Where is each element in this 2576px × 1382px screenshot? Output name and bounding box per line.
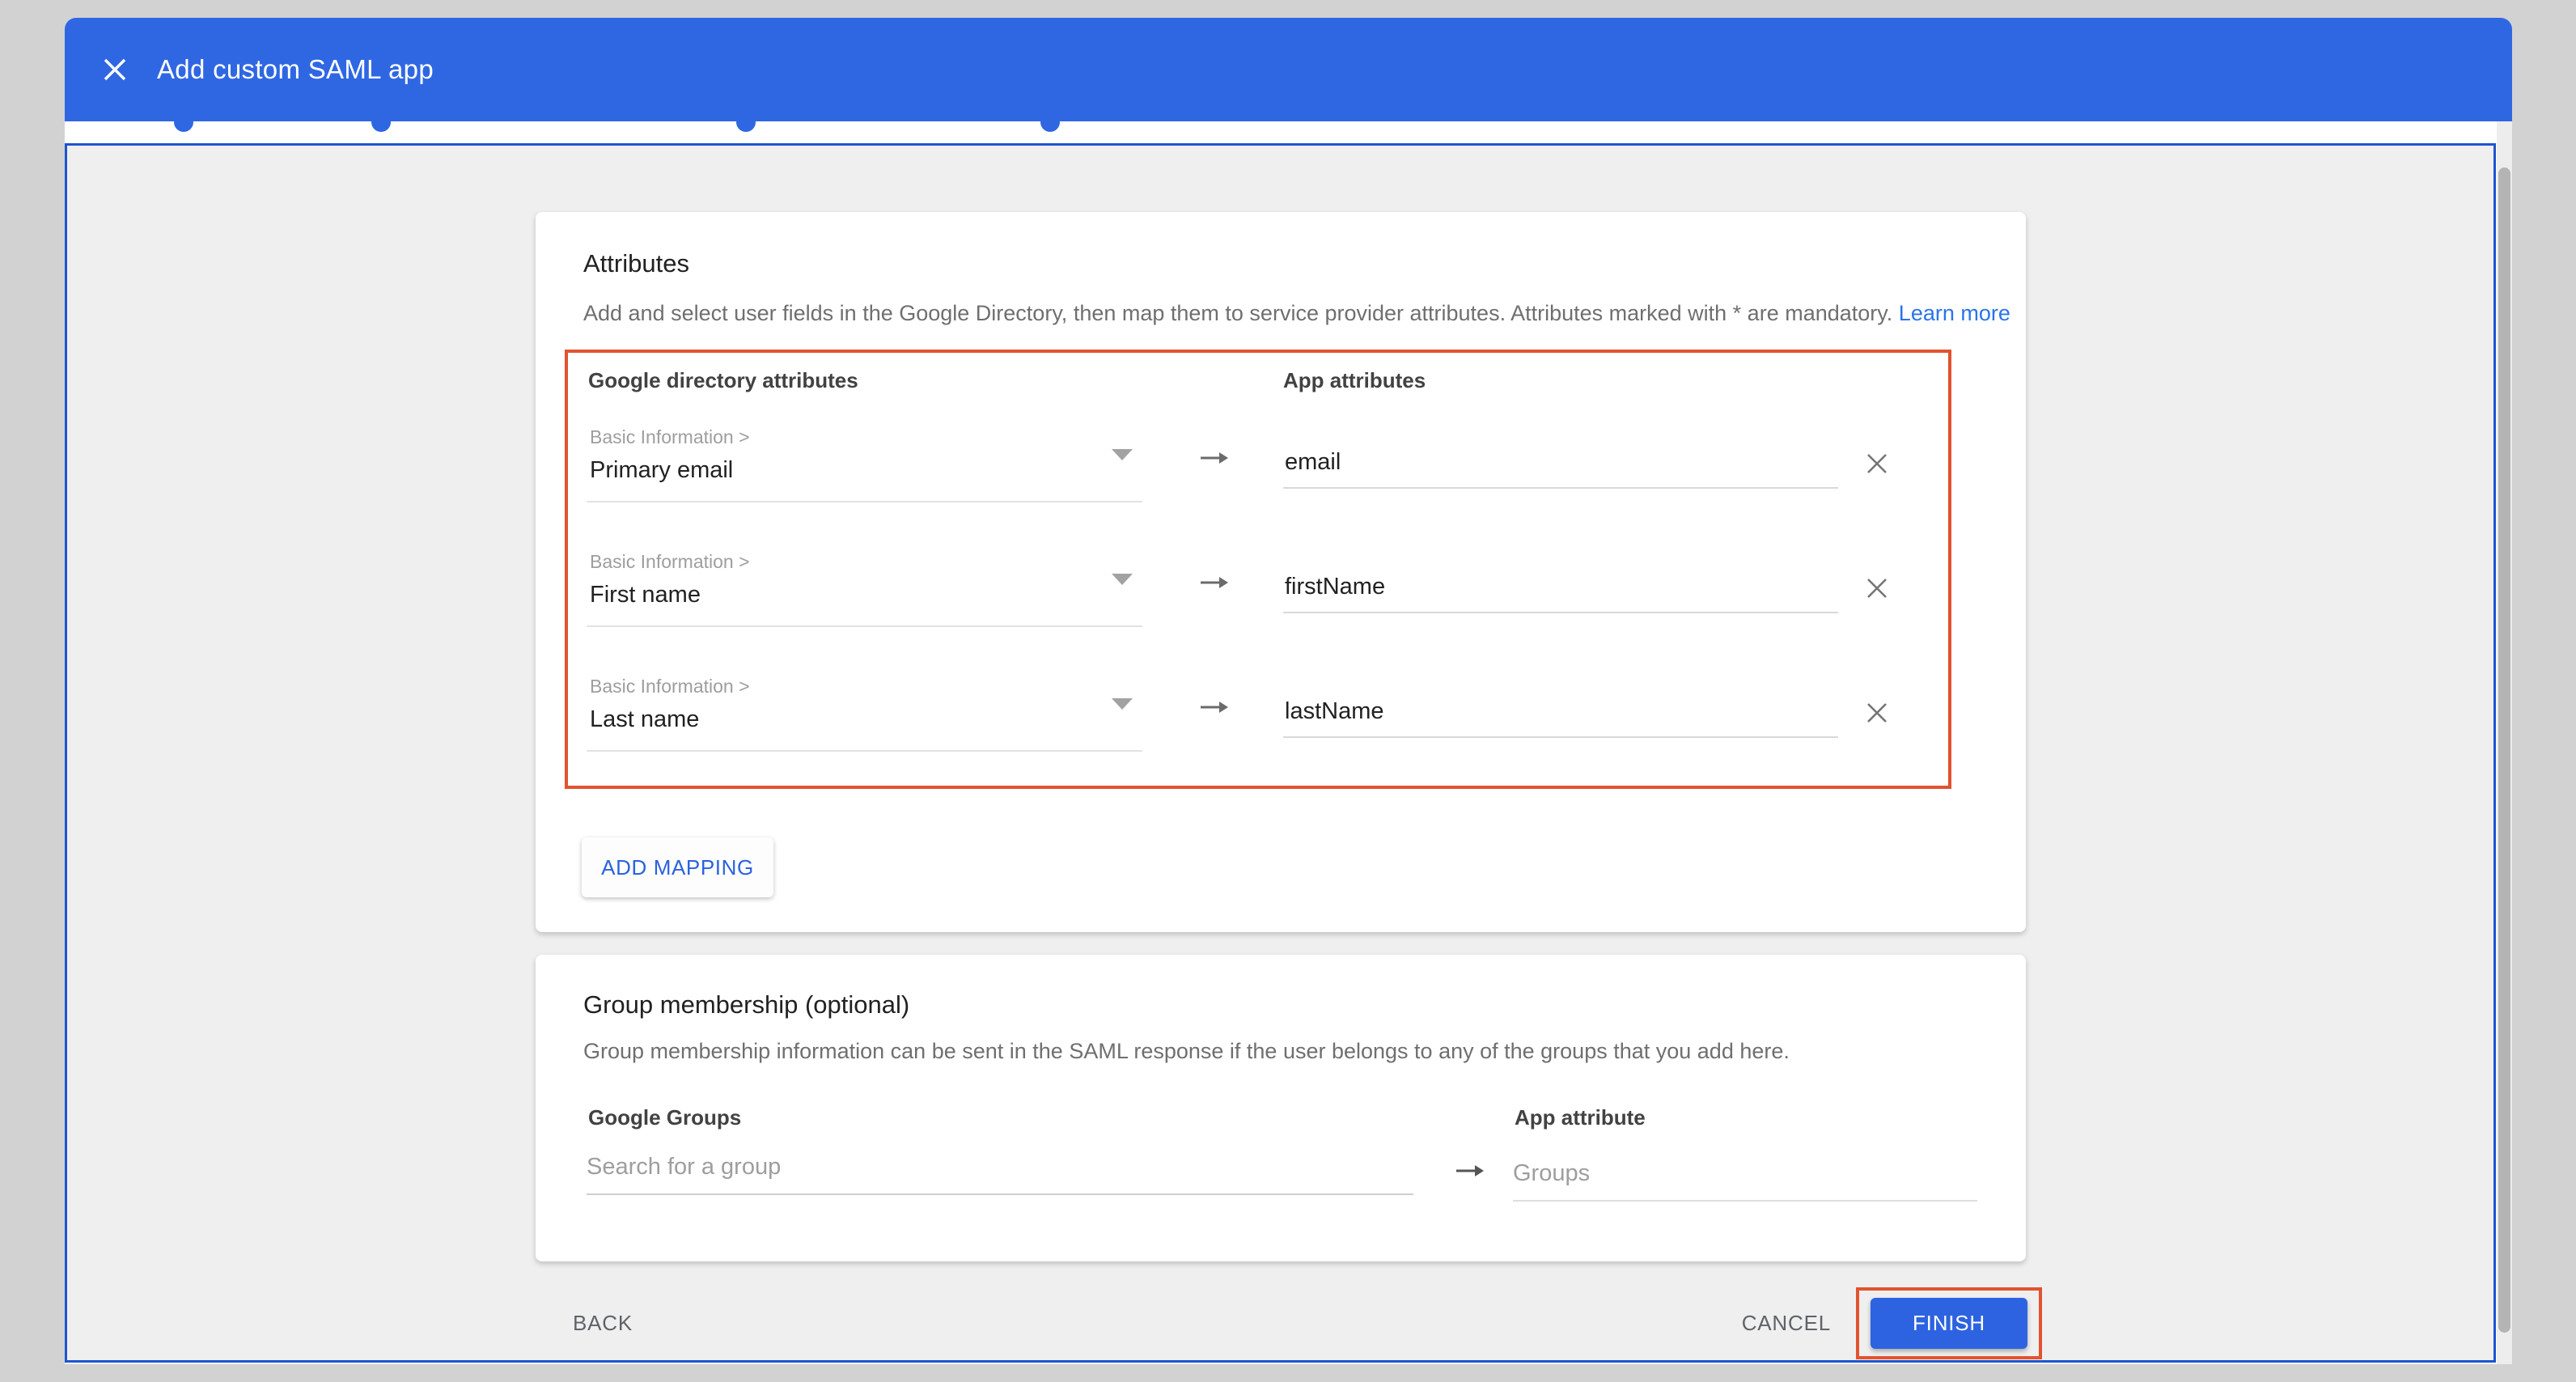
arrow-right-icon: [1200, 700, 1229, 719]
directory-attribute-category: Basic Information >: [590, 426, 750, 448]
dialog-footer: BACK CANCEL FINISH: [67, 1287, 2498, 1359]
delete-mapping-icon[interactable]: [1859, 695, 1895, 731]
group-membership-description: Group membership information can be sent…: [583, 1039, 1790, 1064]
group-membership-card: Group membership (optional) Group member…: [536, 955, 2026, 1261]
attributes-heading: Attributes: [583, 249, 689, 278]
directory-attribute-select[interactable]: Primary email: [590, 457, 733, 484]
mapping-row: Basic Information > Last name: [568, 666, 1948, 787]
close-icon[interactable]: [97, 52, 133, 87]
directory-attribute-select[interactable]: Last name: [590, 706, 699, 733]
finish-button-highlight: FINISH: [1856, 1287, 2042, 1359]
group-membership-heading: Group membership (optional): [583, 990, 909, 1020]
scrollbar-track[interactable]: [2497, 121, 2512, 1364]
attributes-card: Attributes Add and select user fields in…: [536, 212, 2026, 932]
attribute-mapping-box: Google directory attributes App attribut…: [565, 350, 1951, 789]
cancel-button[interactable]: CANCEL: [1742, 1287, 1831, 1359]
app-attributes-header: App attributes: [1283, 368, 1426, 393]
dialog-title: Add custom SAML app: [157, 54, 434, 85]
app-attribute-input[interactable]: [1283, 698, 1838, 738]
select-underline: [587, 750, 1142, 752]
back-button[interactable]: BACK: [573, 1287, 633, 1359]
chevron-down-icon[interactable]: [1112, 698, 1133, 710]
arrow-right-icon: [1455, 1164, 1485, 1182]
google-groups-label: Google Groups: [588, 1105, 741, 1130]
dialog-content-area: Attributes Add and select user fields in…: [65, 143, 2496, 1363]
scrollbar-thumb[interactable]: [2498, 167, 2510, 1333]
mapping-row: Basic Information > Primary email: [568, 417, 1948, 538]
group-search-input[interactable]: [587, 1154, 1413, 1195]
groups-app-attribute-input[interactable]: [1513, 1160, 1977, 1202]
select-underline: [587, 625, 1142, 627]
app-attribute-input[interactable]: [1283, 449, 1838, 489]
finish-button[interactable]: FINISH: [1871, 1298, 2027, 1349]
directory-attribute-select[interactable]: First name: [590, 582, 701, 608]
arrow-right-icon: [1200, 451, 1229, 469]
google-directory-attributes-header: Google directory attributes: [588, 368, 858, 393]
directory-attribute-category: Basic Information >: [590, 551, 750, 573]
arrow-right-icon: [1200, 575, 1229, 594]
add-mapping-button[interactable]: ADD MAPPING: [582, 837, 773, 897]
learn-more-link[interactable]: Learn more: [1899, 301, 2010, 325]
app-attribute-label: App attribute: [1515, 1105, 1646, 1130]
attributes-description: Add and select user fields in the Google…: [583, 301, 2010, 326]
chevron-down-icon[interactable]: [1112, 574, 1133, 585]
directory-attribute-category: Basic Information >: [590, 676, 750, 697]
app-attribute-input[interactable]: [1283, 574, 1838, 613]
dialog-titlebar: Add custom SAML app: [65, 18, 2512, 121]
delete-mapping-icon[interactable]: [1859, 446, 1895, 481]
delete-mapping-icon[interactable]: [1859, 570, 1895, 606]
chevron-down-icon[interactable]: [1112, 449, 1133, 460]
select-underline: [587, 501, 1142, 502]
mapping-row: Basic Information > First name: [568, 541, 1948, 663]
attributes-description-text: Add and select user fields in the Google…: [583, 301, 1892, 325]
add-saml-app-dialog: Add custom SAML app Attributes Add and s…: [65, 18, 2512, 1364]
